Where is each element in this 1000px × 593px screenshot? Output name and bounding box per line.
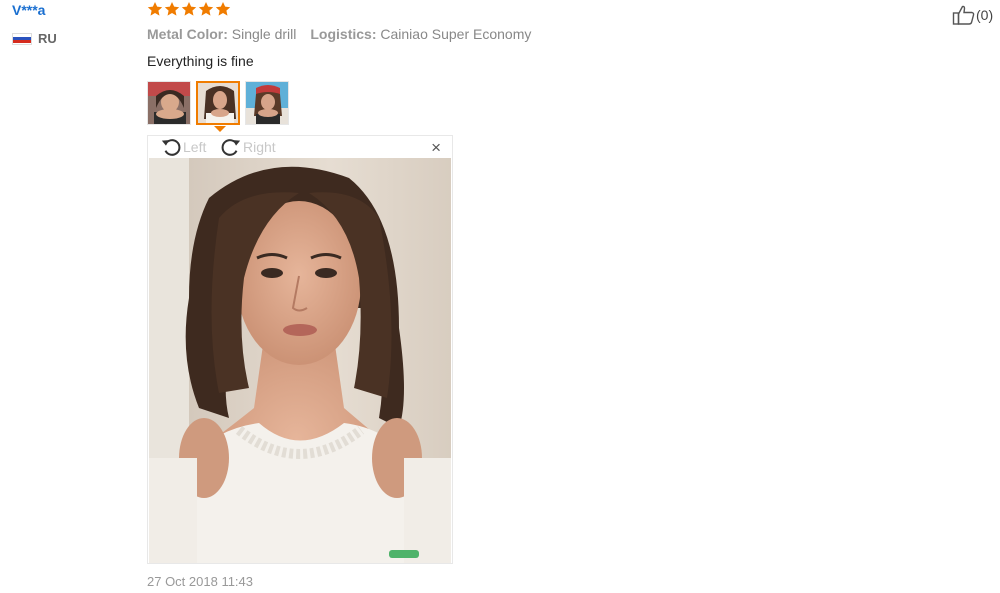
- star-icon: [198, 2, 214, 16]
- photo-thumbnail-1[interactable]: [147, 81, 191, 125]
- photo-thumbnail-2[interactable]: [196, 81, 240, 125]
- attribute-label: Metal Color:: [147, 26, 228, 42]
- rotate-right-icon: [221, 139, 241, 156]
- rating-stars: [147, 1, 231, 17]
- feedback-text: Everything is fine: [147, 53, 254, 69]
- product-attributes: Metal Color: Single drill Logistics: Cai…: [147, 26, 531, 42]
- review-date: 27 Oct 2018 11:43: [147, 574, 254, 589]
- photo-viewer: Left Right ×: [147, 135, 453, 564]
- like-count: (0): [976, 7, 994, 23]
- star-icon: [215, 2, 231, 16]
- attribute-metal-color: Metal Color: Single drill: [147, 26, 296, 42]
- russia-flag-icon: [12, 32, 32, 45]
- star-icon: [147, 2, 163, 16]
- attribute-value: Single drill: [231, 26, 297, 42]
- rotate-left-icon: [161, 139, 181, 156]
- attribute-value: Cainiao Super Economy: [380, 26, 532, 42]
- photo-thumbnails: [147, 81, 289, 125]
- photo-viewer-toolbar: Left Right ×: [148, 136, 452, 158]
- review-photo: [149, 158, 451, 563]
- reviewer-name: V***a: [12, 2, 46, 18]
- star-icon: [181, 2, 197, 16]
- attribute-logistics: Logistics: Cainiao Super Economy: [310, 26, 531, 42]
- rotate-right-button[interactable]: Right: [220, 136, 276, 158]
- thumbs-up-icon: [952, 5, 975, 25]
- attribute-label: Logistics:: [310, 26, 377, 42]
- photo-thumbnail-3[interactable]: [245, 81, 289, 125]
- rotate-right-label: Right: [243, 139, 276, 155]
- star-icon: [164, 2, 180, 16]
- rotate-left-label: Left: [183, 139, 207, 155]
- rotate-left-button[interactable]: Left: [160, 136, 206, 158]
- like-button[interactable]: (0): [952, 4, 993, 26]
- reviewer-country: RU: [12, 31, 57, 46]
- selected-thumbnail-pointer: [214, 126, 226, 132]
- country-code: RU: [38, 31, 57, 46]
- close-icon[interactable]: ×: [431, 139, 441, 156]
